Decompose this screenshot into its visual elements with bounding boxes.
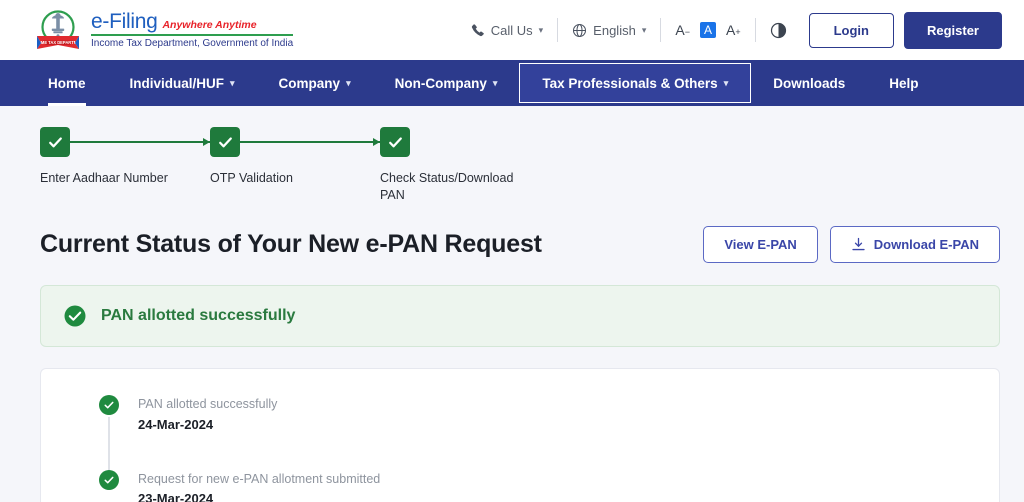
brand-subtitle: Income Tax Department, Government of Ind… <box>91 38 294 49</box>
language-menu[interactable]: English ▾ <box>558 23 660 38</box>
font-increase-button[interactable]: A + <box>726 23 741 37</box>
contrast-toggle[interactable] <box>756 22 801 39</box>
timeline-check-icon <box>99 394 119 415</box>
header-utility-bar: Call Us ▾ English ▾ A − A A + Login Regi… <box>457 11 1002 49</box>
timeline-item: Request for new e-PAN allotment submitte… <box>41 469 999 502</box>
nav-item-home[interactable]: Home <box>26 60 108 106</box>
site-logo[interactable]: INCOME TAX DEPARTMENT e-Filing Anywhere … <box>34 9 294 51</box>
call-us-menu[interactable]: Call Us ▾ <box>457 23 557 38</box>
nav-item-label: Help <box>889 75 919 91</box>
timeline-item-body: Request for new e-PAN allotment submitte… <box>138 470 380 502</box>
main-navigation: Home Individual/HUF ▾ Company ▾ Non-Company ▾ T… <box>0 60 1024 106</box>
alert-message: PAN allotted successfully <box>101 306 296 324</box>
nav-item-tax-professionals-others[interactable]: Tax Professionals & Others ▾ <box>519 63 752 103</box>
check-icon <box>48 136 62 147</box>
step-completed-badge <box>210 127 240 157</box>
phone-icon <box>471 23 485 37</box>
font-size-controls: A − A A + <box>661 22 754 38</box>
chevron-down-icon: ▾ <box>641 24 647 35</box>
timeline-check-icon <box>99 469 119 490</box>
check-icon <box>218 136 232 147</box>
download-epan-label: Download E-PAN <box>873 236 979 252</box>
view-epan-button[interactable]: View E-PAN <box>703 225 818 263</box>
page-actions: View E-PAN Download E-PAN <box>703 225 1000 263</box>
india-national-emblem-icon: INCOME TAX DEPARTMENT <box>34 10 82 49</box>
progress-stepper: Enter Aadhaar Number OTP Validation Check … <box>0 106 1024 204</box>
check-icon <box>388 136 402 147</box>
nav-item-downloads[interactable]: Downloads <box>751 60 867 106</box>
login-button[interactable]: Login <box>808 12 894 48</box>
check-icon <box>104 401 114 409</box>
font-decrease-button[interactable]: A − <box>675 23 690 37</box>
font-normal-button[interactable]: A <box>699 22 716 38</box>
nav-item-label: Non-Company <box>394 75 487 91</box>
step-label: Enter Aadhaar Number <box>40 171 168 185</box>
top-header: INCOME TAX DEPARTMENT e-Filing Anywhere … <box>0 0 1024 60</box>
nav-item-company[interactable]: Company ▾ <box>257 60 373 106</box>
chevron-down-icon: ▾ <box>346 77 351 88</box>
status-timeline-card: PAN allotted successfully 24-Mar-2024 Requ… <box>40 367 1000 502</box>
timeline-item-date: 23-Mar-2024 <box>138 491 214 502</box>
nav-item-label: Home <box>48 75 86 91</box>
chevron-down-icon: ▾ <box>230 77 235 88</box>
step-connector-arrow <box>70 138 210 145</box>
timeline-item-label: Request for new e-PAN allotment submitte… <box>138 471 381 486</box>
step-label: Check Status/Download PAN <box>380 171 514 202</box>
download-epan-button[interactable]: Download E-PAN <box>829 225 1000 263</box>
nav-item-label: Downloads <box>773 75 846 91</box>
nav-item-help[interactable]: Help <box>867 60 940 106</box>
brand-tagline-italic: Anywhere Anytime <box>162 19 257 31</box>
success-alert: PAN allotted successfully <box>40 284 1000 347</box>
svg-text:INCOME TAX DEPARTMENT: INCOME TAX DEPARTMENT <box>34 40 82 45</box>
step-connector-arrow <box>240 138 380 145</box>
stepper-step[interactable]: Check Status/Download PAN <box>380 125 530 204</box>
stepper-step[interactable]: OTP Validation <box>210 125 380 187</box>
register-button[interactable]: Register <box>903 11 1002 49</box>
step-completed-badge <box>380 127 410 157</box>
nav-item-individual-huf[interactable]: Individual/HUF ▾ <box>108 60 257 106</box>
chevron-down-icon: ▾ <box>723 77 729 88</box>
nav-item-non-company[interactable]: Non-Company ▾ <box>373 60 520 106</box>
brand-wordmark: e-Filing Anywhere Anytime Income Tax Dep… <box>91 10 294 49</box>
timeline-item-body: PAN allotted successfully 24-Mar-2024 <box>138 395 277 470</box>
timeline-item-date: 24-Mar-2024 <box>138 416 214 432</box>
view-epan-label: View E-PAN <box>724 236 797 252</box>
globe-icon <box>572 23 587 38</box>
check-icon <box>104 476 114 483</box>
stepper-step[interactable]: Enter Aadhaar Number <box>40 125 210 187</box>
page-header-row: Current Status of Your New e-PAN Request… <box>0 204 1024 263</box>
call-us-label: Call Us <box>490 22 533 38</box>
page-title: Current Status of Your New e-PAN Request <box>40 229 542 258</box>
nav-item-label: Individual/HUF <box>129 75 225 91</box>
check-circle-icon <box>64 305 86 327</box>
timeline-connector <box>108 416 110 475</box>
step-completed-badge <box>40 127 70 157</box>
chevron-down-icon: ▾ <box>538 24 544 35</box>
contrast-icon <box>770 22 786 38</box>
timeline-item-label: PAN allotted successfully <box>138 396 278 411</box>
nav-item-label: Tax Professionals & Others <box>542 75 718 91</box>
nav-item-label: Company <box>278 75 341 91</box>
timeline-item: PAN allotted successfully 24-Mar-2024 <box>41 394 999 475</box>
download-icon <box>852 237 865 250</box>
brand-title: e-Filing <box>91 10 158 33</box>
chevron-down-icon: ▾ <box>492 77 498 88</box>
language-label: English <box>593 22 636 38</box>
step-label: OTP Validation <box>210 171 293 185</box>
